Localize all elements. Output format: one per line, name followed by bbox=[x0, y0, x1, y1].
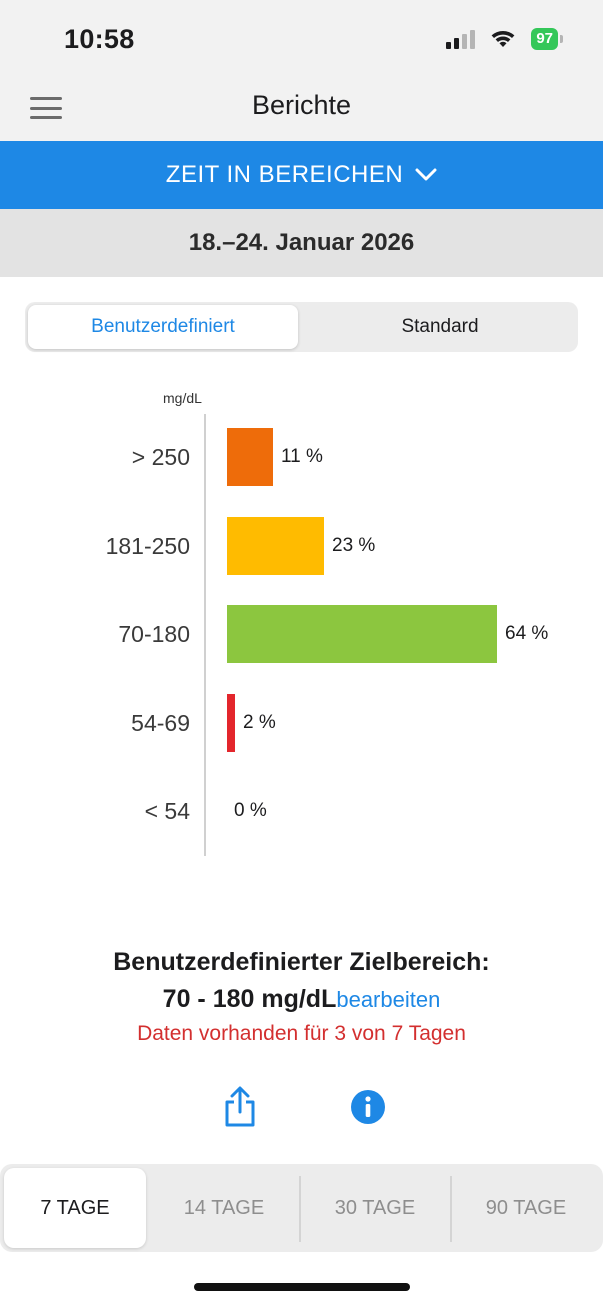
range-label: 54-69 bbox=[131, 709, 190, 736]
report-type-label: ZEIT IN BEREICHEN bbox=[165, 161, 404, 188]
range-label: < 54 bbox=[144, 798, 190, 824]
tab-14-days[interactable]: 14 TAGE bbox=[153, 1168, 295, 1248]
range-percent-label: 64 % bbox=[505, 623, 549, 644]
range-bar bbox=[227, 605, 497, 663]
chart-row: 181-250 23 % bbox=[0, 516, 603, 575]
battery-icon: 97 bbox=[531, 28, 563, 50]
tab-divider bbox=[450, 1176, 452, 1242]
target-title: Benutzerdefinierter Zielbereich: bbox=[113, 948, 490, 976]
chart-row: < 54 0 % bbox=[0, 782, 603, 840]
range-label: 70-180 bbox=[118, 621, 190, 647]
target-range-info: Benutzerdefinierter Zielbereich: 70 - 18… bbox=[0, 948, 603, 1046]
page-title: Berichte bbox=[251, 90, 352, 120]
range-mode-segmented-control: Benutzerdefiniert Standard bbox=[25, 302, 578, 352]
report-type-selector[interactable]: ZEIT IN BEREICHEN bbox=[0, 141, 603, 209]
range-label: > 250 bbox=[131, 444, 190, 470]
tab-7-days[interactable]: 7 TAGE bbox=[4, 1168, 146, 1248]
tab-90-days[interactable]: 90 TAGE bbox=[455, 1168, 597, 1248]
range-percent-label: 11 % bbox=[281, 446, 323, 467]
range-bar bbox=[227, 516, 324, 575]
cellular-signal-icon bbox=[446, 29, 476, 49]
chart-row: 54-69 2 % bbox=[0, 693, 603, 752]
data-availability-note: Daten vorhanden für 3 von 7 Tagen bbox=[137, 1022, 466, 1045]
target-range-value: 70 - 180 mg/dL bbox=[162, 985, 337, 1013]
time-in-range-chart: mg/dL > 250 11 % 181-250 23 % 70-180 64 % 54-6… bbox=[0, 380, 603, 870]
chevron-down-icon bbox=[415, 168, 437, 182]
info-icon[interactable] bbox=[350, 1089, 386, 1125]
range-bar bbox=[227, 428, 273, 486]
tab-divider bbox=[299, 1176, 301, 1242]
edit-target-link[interactable]: bearbeiten bbox=[336, 987, 440, 1012]
segment-custom[interactable]: Benutzerdefiniert bbox=[28, 305, 298, 349]
period-tabs: 7 TAGE 14 TAGE 30 TAGE 90 TAGE bbox=[0, 1164, 603, 1252]
battery-level: 97 bbox=[531, 28, 558, 50]
home-indicator bbox=[194, 1283, 410, 1291]
chart-unit-label: mg/dL bbox=[163, 390, 202, 406]
range-percent-label: 0 % bbox=[234, 800, 267, 821]
chart-row: 70-180 64 % bbox=[0, 605, 603, 663]
date-range-label: 18.–24. Januar 2026 bbox=[188, 229, 415, 256]
date-range-bar: 18.–24. Januar 2026 bbox=[0, 209, 603, 277]
segment-standard[interactable]: Standard bbox=[305, 305, 575, 349]
target-range-line: 70 - 180 mg/dLbearbeiten bbox=[0, 985, 603, 1014]
tab-30-days[interactable]: 30 TAGE bbox=[304, 1168, 446, 1248]
nav-bar: Berichte bbox=[0, 76, 603, 141]
share-icon[interactable] bbox=[222, 1086, 258, 1128]
status-time: 10:58 bbox=[64, 24, 135, 54]
wifi-icon bbox=[491, 31, 515, 47]
status-bar: 10:58 97 bbox=[0, 0, 603, 76]
range-bar bbox=[227, 693, 235, 752]
range-percent-label: 2 % bbox=[243, 711, 276, 733]
range-label: 181-250 bbox=[105, 532, 190, 559]
status-icons: 97 bbox=[446, 28, 563, 50]
range-percent-label: 23 % bbox=[332, 534, 376, 556]
chart-row: > 250 11 % bbox=[0, 428, 603, 486]
